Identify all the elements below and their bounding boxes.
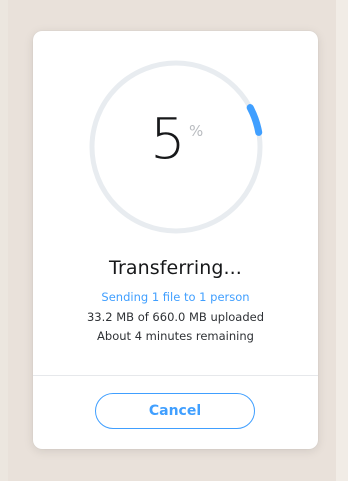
progress-percent-sign: % [189, 122, 204, 140]
background-edge-right [336, 0, 348, 481]
time-remaining: About 4 minutes remaining [97, 329, 254, 343]
cancel-button[interactable]: Cancel [95, 393, 255, 429]
progress-ring: 5 % [86, 57, 266, 237]
divider [33, 375, 318, 376]
transfer-subtitle: Sending 1 file to 1 person [101, 290, 250, 304]
uploaded-status: 33.2 MB of 660.0 MB uploaded [86, 310, 265, 324]
transfer-dialog: 5 % Transferring... Sending 1 file to 1 … [33, 31, 318, 449]
transfer-title: Transferring... [109, 257, 242, 279]
background-edge-left [0, 0, 8, 481]
progress-percent-value: 5 [150, 107, 186, 172]
progress-percent: 5 % [86, 57, 266, 237]
